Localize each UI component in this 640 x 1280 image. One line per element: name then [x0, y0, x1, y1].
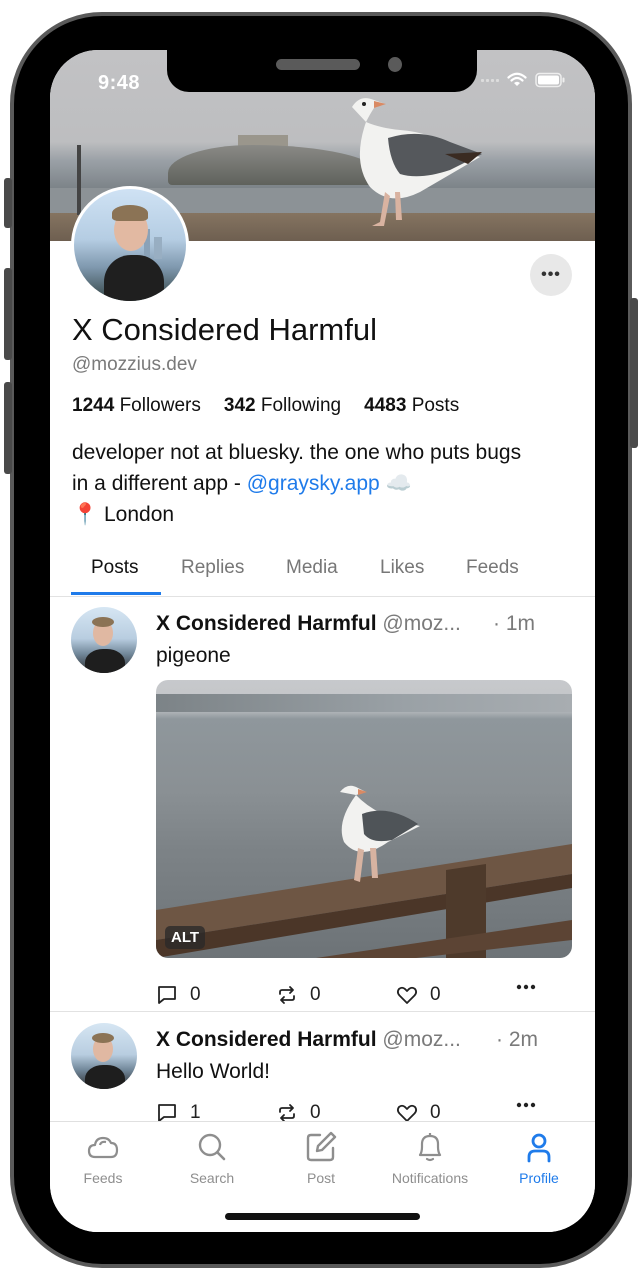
reply-button[interactable]: 0 — [156, 984, 201, 1006]
post-author-avatar[interactable] — [71, 607, 137, 673]
tabbar-label: Feeds — [83, 1170, 123, 1186]
bio-text: in a different app - — [72, 472, 247, 495]
seagull-graphic — [352, 98, 482, 226]
like-count: 0 — [430, 984, 441, 1005]
post-author-name[interactable]: X Considered Harmful — [156, 612, 377, 635]
tab-media[interactable]: Media — [286, 540, 338, 596]
profile-bio: developer not at bluesky. the one who pu… — [72, 437, 582, 530]
post-timestamp: · 1m — [493, 612, 535, 635]
tabbar-post[interactable]: Post — [271, 1130, 371, 1186]
posts-count: 4483 — [364, 395, 407, 416]
ellipsis-icon — [516, 1102, 536, 1108]
cellular-signal-icon — [481, 78, 499, 82]
active-tab-indicator — [71, 592, 161, 595]
tabbar-notifications[interactable]: Notifications — [380, 1130, 480, 1186]
search-icon — [198, 1133, 226, 1161]
cloud-emoji: ☁️ — [385, 472, 412, 495]
post-author-avatar[interactable] — [71, 1023, 137, 1089]
post-text: Hello World! — [156, 1060, 270, 1083]
tabbar-feeds[interactable]: Feeds — [53, 1130, 153, 1186]
profile-avatar[interactable] — [71, 186, 189, 304]
tab-feeds[interactable]: Feeds — [466, 540, 519, 596]
speaker-grille — [276, 59, 360, 70]
followers-label: Followers — [119, 395, 201, 416]
tabbar-label: Profile — [519, 1170, 559, 1186]
location-text: London — [104, 503, 175, 526]
tabbar-profile[interactable]: Profile — [489, 1130, 589, 1186]
banner-pole — [77, 145, 81, 215]
reply-icon — [158, 986, 176, 1004]
repost-icon — [279, 986, 295, 1004]
status-time: 9:48 — [98, 72, 141, 94]
bio-location: 📍 London — [72, 499, 582, 530]
front-camera — [388, 57, 402, 72]
followers-count: 1244 — [72, 395, 115, 416]
status-icons — [481, 72, 565, 88]
ellipsis-icon — [516, 984, 536, 990]
volume-up-button — [4, 268, 12, 360]
following-label: Following — [260, 395, 342, 416]
pin-icon: 📍 — [72, 503, 99, 526]
following-count: 342 — [223, 395, 256, 416]
like-button[interactable]: 0 — [396, 984, 441, 1006]
power-button — [630, 298, 638, 448]
post-text: pigeone — [156, 644, 231, 667]
mute-switch — [4, 178, 12, 228]
tabbar-label: Notifications — [391, 1170, 469, 1186]
tab-replies[interactable]: Replies — [181, 540, 244, 596]
tab-posts[interactable]: Posts — [91, 540, 139, 596]
posts-stat: 4483 Posts — [364, 395, 459, 417]
tab-likes[interactable]: Likes — [380, 540, 424, 596]
profile-display-name: X Considered Harmful — [72, 312, 377, 347]
battery-icon — [535, 72, 565, 88]
post-image[interactable]: ALT — [156, 680, 572, 958]
bio-mention-link[interactable]: @graysky.app — [247, 472, 380, 495]
bio-line-1: developer not at bluesky. the one who pu… — [72, 441, 522, 464]
profile-tabs: Posts Replies Media Likes Feeds — [50, 540, 595, 597]
alt-text-badge[interactable]: ALT — [165, 926, 206, 949]
tabbar-search[interactable]: Search — [162, 1130, 262, 1186]
home-indicator[interactable] — [225, 1213, 420, 1220]
repost-count: 0 — [310, 984, 321, 1005]
volume-down-button — [4, 382, 12, 474]
compose-icon — [306, 1131, 337, 1162]
bio-line-2: in a different app - @graysky.app ☁️ — [72, 468, 582, 499]
tabbar-label: Search — [189, 1170, 235, 1186]
post-actions: 0 0 0 — [156, 984, 536, 1010]
feed-post[interactable]: X Considered Harmful @moz... · 1m pigeon… — [50, 596, 595, 1012]
profile-handle: @mozzius.dev — [72, 354, 197, 375]
reply-count: 0 — [190, 984, 201, 1005]
app-screen: 9:48 ••• X Considered Harmful @mozzius.d… — [50, 50, 595, 1232]
profile-more-button[interactable]: ••• — [530, 254, 572, 296]
repost-button[interactable]: 0 — [276, 984, 321, 1006]
device-notch — [167, 50, 477, 92]
post-author-handle: @moz... — [382, 1028, 461, 1051]
followers-stat[interactable]: 1244 Followers — [72, 395, 201, 417]
following-stat[interactable]: 342 Following — [224, 395, 341, 417]
post-header: X Considered Harmful @moz... — [156, 1028, 461, 1052]
post-author-name[interactable]: X Considered Harmful — [156, 1028, 377, 1051]
person-icon — [527, 1133, 551, 1163]
profile-stats: 1244 Followers 342 Following 4483 Posts — [72, 395, 459, 417]
tabbar-label: Post — [306, 1170, 335, 1186]
cloud-icon — [87, 1136, 119, 1159]
post-header: X Considered Harmful @moz... — [156, 612, 461, 636]
post-more-button[interactable] — [516, 984, 536, 990]
bell-icon — [418, 1133, 442, 1162]
seagull-graphic — [340, 785, 420, 882]
wifi-icon — [507, 72, 527, 86]
heart-icon — [396, 986, 418, 1004]
post-timestamp: · 2m — [496, 1028, 538, 1051]
post-author-handle: @moz... — [382, 612, 461, 635]
posts-label: Posts — [411, 395, 460, 416]
post-more-button[interactable] — [516, 1102, 536, 1108]
